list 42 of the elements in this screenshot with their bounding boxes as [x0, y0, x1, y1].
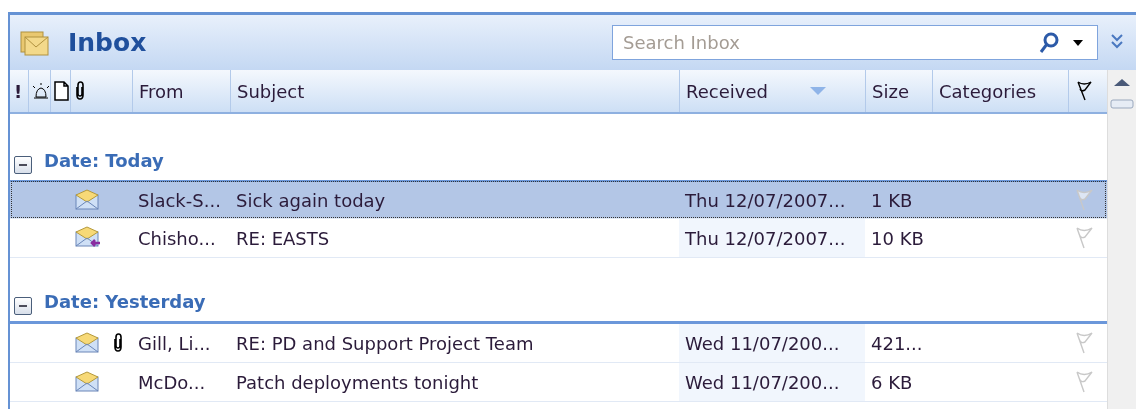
- search-box[interactable]: Search Inbox: [612, 25, 1098, 60]
- message-row[interactable]: Slack-S... Sick again today Thu 12/07/2007... 1 KB: [10, 180, 1107, 219]
- envelope-icon: [74, 189, 100, 211]
- column-header[interactable]: Categories: [939, 77, 1037, 105]
- sender-cell-text: Slack-S...: [138, 188, 221, 213]
- envelope-reply-icon: [74, 226, 102, 250]
- group-heading: Date: Yesterday: [44, 290, 206, 314]
- message-row[interactable]: Chisho... RE: EASTS Thu 12/07/2007... 10 KB: [10, 219, 1107, 258]
- paperclip-icon[interactable]: [74, 81, 86, 101]
- search-icon[interactable]: [1039, 31, 1059, 54]
- size-cell-text: 6 KB: [871, 370, 913, 395]
- date-cell-text: Wed 11/07/200...: [685, 331, 840, 356]
- envelope-icon: [74, 371, 100, 393]
- column-header[interactable]: Subject: [237, 77, 305, 105]
- subject-cell-text: RE: PD and Support Project Team: [236, 331, 534, 356]
- date-cell-text: Thu 12/07/2007...: [685, 188, 846, 213]
- column-header[interactable]: !: [14, 77, 23, 105]
- size-cell-text: 421...: [871, 331, 923, 356]
- bell-icon[interactable]: [32, 82, 50, 100]
- sender-cell-text: McDo...: [138, 370, 206, 395]
- envelope-icon: [74, 332, 100, 354]
- folder-mail-icon: [20, 28, 50, 57]
- size-cell-text: 10 KB: [871, 226, 924, 251]
- collapse-toggle[interactable]: [14, 156, 32, 174]
- group-heading: Date: Today: [44, 149, 164, 173]
- message-row[interactable]: McDo... Patch deployments tonight Wed 11/07/200... 6 KB: [10, 363, 1107, 402]
- collapse-toggle[interactable]: [14, 297, 32, 315]
- flag-icon[interactable]: [1075, 81, 1093, 101]
- column-header[interactable]: From: [139, 77, 184, 105]
- folder-title: Inbox: [68, 27, 147, 58]
- date-cell-text: Wed 11/07/200...: [685, 370, 840, 395]
- date-cell-text: Thu 12/07/2007...: [685, 226, 846, 251]
- subject-cell-text: Sick again today: [236, 188, 386, 213]
- size-cell-text: 1 KB: [871, 188, 913, 213]
- column-header[interactable]: Size: [872, 77, 909, 105]
- sender-cell-text: Chisho...: [138, 226, 216, 251]
- message-row[interactable]: Gill, Li... RE: PD and Support Project Team Wed 11/07/200... 421...: [10, 324, 1107, 363]
- subject-cell-text: Patch deployments tonight: [236, 370, 479, 395]
- sender-cell-text: Gill, Li...: [138, 331, 211, 356]
- subject-cell-text: RE: EASTS: [236, 226, 330, 251]
- column-header[interactable]: Received: [686, 77, 768, 105]
- document-icon[interactable]: [54, 81, 69, 101]
